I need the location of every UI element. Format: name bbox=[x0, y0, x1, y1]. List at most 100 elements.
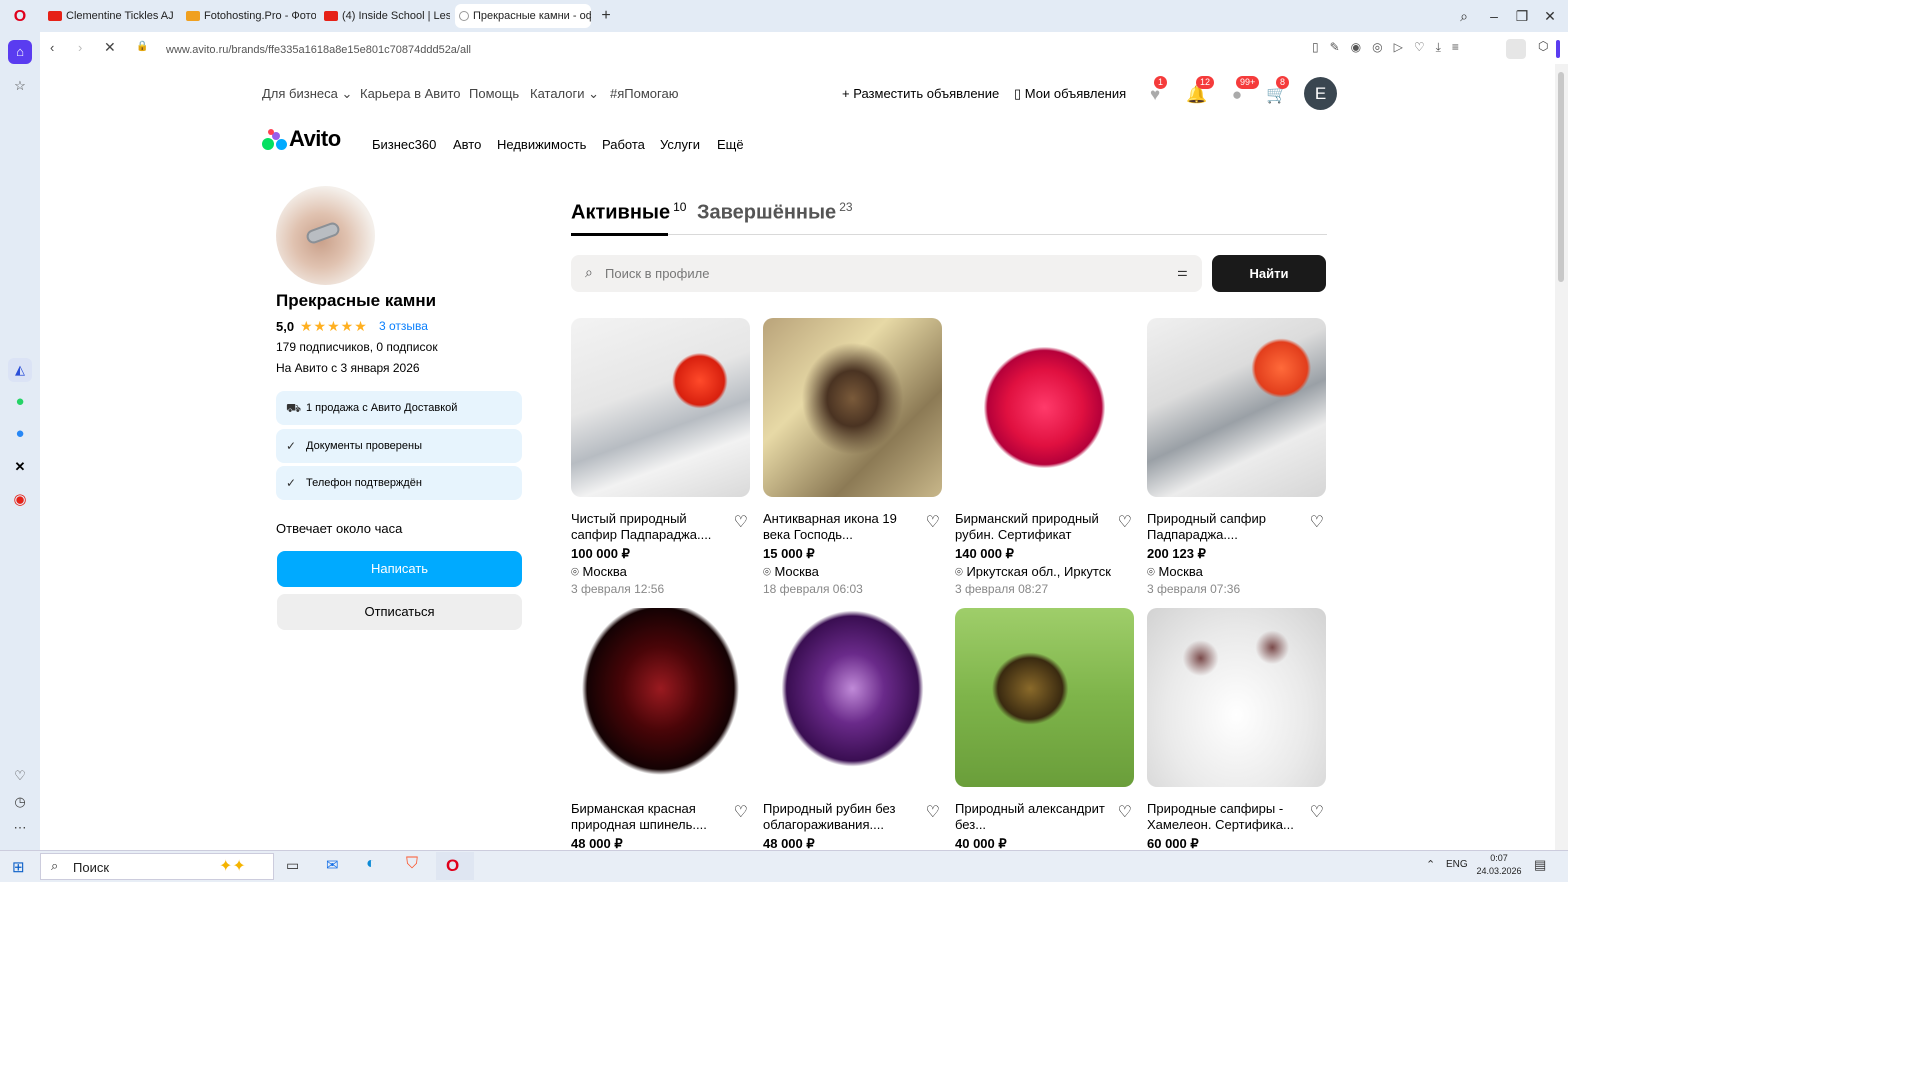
post-ad-link[interactable]: + Разместить объявление bbox=[842, 86, 999, 101]
profile-icon[interactable] bbox=[1506, 39, 1526, 59]
nav-more[interactable]: Ещё bbox=[717, 137, 744, 152]
reviews-link[interactable]: 3 отзыва bbox=[379, 319, 428, 333]
close-icon[interactable]: ✕ bbox=[1540, 6, 1560, 26]
tab-4-active[interactable]: Прекрасные камни - оф bbox=[455, 4, 591, 28]
listing-title[interactable]: Антикварная икона 19 века Господь... bbox=[763, 511, 913, 543]
notification-center-icon[interactable]: ▤ bbox=[1534, 857, 1546, 873]
profile-search-input[interactable]: ⌕ Поиск в профиле ⚌ bbox=[571, 255, 1202, 292]
sidebar-toggle-icon[interactable] bbox=[1556, 40, 1560, 58]
tab-active[interactable]: Активные 10 bbox=[571, 200, 686, 225]
whatsapp-icon[interactable]: ● bbox=[8, 390, 32, 414]
favorite-heart-icon[interactable]: ♡ bbox=[1310, 802, 1324, 822]
cart-icon[interactable]: 🛒 8 bbox=[1266, 76, 1290, 106]
link-business[interactable]: Для бизнеса ⌄ bbox=[262, 86, 352, 102]
listing-card[interactable]: Бирманский природный рубин. Сертификат ♡ 1… bbox=[955, 318, 1134, 596]
listing-title[interactable]: Природный сапфир Падпараджа.... bbox=[1147, 511, 1297, 543]
lock-icon[interactable]: 🔒 bbox=[136, 41, 148, 52]
listing-image[interactable] bbox=[763, 608, 942, 787]
listing-image[interactable] bbox=[571, 318, 750, 497]
nav-auto[interactable]: Авто bbox=[453, 137, 481, 152]
new-tab-button[interactable]: + bbox=[596, 6, 616, 26]
forward-icon[interactable]: › bbox=[78, 40, 82, 55]
listing-image[interactable] bbox=[1147, 318, 1326, 497]
task-view-icon[interactable]: ▭ bbox=[286, 857, 299, 874]
tab-done[interactable]: Завершённые 23 bbox=[697, 200, 853, 225]
listing-card[interactable]: Антикварная икона 19 века Господь... ♡ 15 … bbox=[763, 318, 942, 596]
toolbar-icons[interactable]: ▯✎◉◎▷♡⤓≡ bbox=[1312, 40, 1470, 55]
tab-3[interactable]: (4) Inside School | Les bbox=[320, 4, 450, 28]
listing-image[interactable] bbox=[763, 318, 942, 497]
heart-icon[interactable]: ♡ bbox=[8, 764, 32, 788]
outlook-icon[interactable]: ✉ bbox=[326, 856, 339, 874]
favorite-heart-icon[interactable]: ♡ bbox=[1118, 512, 1132, 532]
tray-chevron-icon[interactable]: ⌃ bbox=[1426, 858, 1435, 871]
messages-icon[interactable]: ● 99+ bbox=[1226, 76, 1260, 106]
listing-title[interactable]: Бирманский природный рубин. Сертификат bbox=[955, 511, 1105, 543]
find-button[interactable]: Найти bbox=[1212, 255, 1326, 292]
favorite-heart-icon[interactable]: ♡ bbox=[734, 512, 748, 532]
listing-card[interactable]: Чистый природный сапфир Падпараджа.... ♡ 1… bbox=[571, 318, 750, 596]
windows-start-icon[interactable]: ⊞ bbox=[12, 858, 25, 876]
back-icon[interactable]: ‹ bbox=[50, 40, 54, 55]
profile-avatar[interactable] bbox=[276, 186, 375, 285]
search-tabs-icon[interactable]: ⌕ bbox=[1454, 6, 1474, 26]
favorites-icon[interactable]: ♥ 1 bbox=[1144, 76, 1168, 106]
favorite-heart-icon[interactable]: ♡ bbox=[1310, 512, 1324, 532]
link-catalogs[interactable]: Каталоги ⌄ bbox=[530, 86, 599, 102]
opera-taskbar-button[interactable]: O bbox=[436, 852, 474, 880]
avito-logo[interactable]: Avito bbox=[289, 126, 341, 152]
listing-card[interactable]: Природный рубин без облагораживания.... ♡… bbox=[763, 608, 942, 852]
listing-image[interactable] bbox=[571, 608, 750, 787]
favorite-heart-icon[interactable]: ♡ bbox=[1118, 802, 1132, 822]
listing-card[interactable]: Природные сапфиры - Хамелеон. Сертифика.… bbox=[1147, 608, 1326, 852]
edge-icon[interactable]: ◐ bbox=[366, 855, 376, 873]
restore-icon[interactable]: ❐ bbox=[1512, 6, 1532, 26]
nav-jobs[interactable]: Работа bbox=[602, 137, 645, 152]
unsubscribe-button[interactable]: Отписаться bbox=[277, 594, 522, 630]
favorite-heart-icon[interactable]: ♡ bbox=[926, 802, 940, 822]
link-help[interactable]: Помощь bbox=[469, 86, 519, 101]
music-icon[interactable]: ◉ bbox=[8, 488, 32, 512]
tab-2[interactable]: Fotohosting.Pro - Фотохо bbox=[182, 4, 316, 28]
nav-business360[interactable]: Бизнес360 bbox=[372, 137, 436, 152]
favorite-heart-icon[interactable]: ♡ bbox=[734, 802, 748, 822]
url-input[interactable]: www.avito.ru/brands/ffe335a1618a8e15e801… bbox=[166, 39, 1346, 61]
brave-icon[interactable]: ⛉ bbox=[406, 855, 418, 873]
more-icon[interactable]: ⋯ bbox=[8, 816, 32, 840]
avatar[interactable]: E bbox=[1304, 77, 1337, 110]
link-ya-pomogayu[interactable]: #яПомогаю bbox=[610, 86, 678, 101]
listing-card[interactable]: Бирманская красная природная шпинель....… bbox=[571, 608, 750, 852]
extensions-icon[interactable]: ⬡ bbox=[1538, 39, 1548, 53]
link-career[interactable]: Карьера в Авито bbox=[360, 86, 461, 101]
favorite-heart-icon[interactable]: ♡ bbox=[926, 512, 940, 532]
my-ads-link[interactable]: ▯ Мои объявления bbox=[1014, 86, 1126, 102]
listing-title[interactable]: Природные сапфиры - Хамелеон. Сертифика.… bbox=[1147, 801, 1297, 833]
stop-icon[interactable]: ✕ bbox=[104, 39, 116, 56]
opera-logo[interactable]: O bbox=[10, 7, 30, 27]
listing-title[interactable]: Чистый природный сапфир Падпараджа.... bbox=[571, 511, 721, 543]
home-icon[interactable]: ⌂ bbox=[8, 40, 32, 64]
nav-realty[interactable]: Недвижимость bbox=[497, 137, 586, 152]
clock[interactable]: 0:07 24.03.2026 bbox=[1474, 852, 1524, 878]
history-icon[interactable]: ◷ bbox=[8, 790, 32, 814]
listing-card[interactable]: Природный сапфир Падпараджа.... ♡ 200 123 … bbox=[1147, 318, 1326, 596]
listing-image[interactable] bbox=[1147, 608, 1326, 787]
scrollbar-thumb[interactable] bbox=[1558, 72, 1564, 282]
notifications-icon[interactable]: 🔔 12 bbox=[1186, 76, 1215, 106]
listing-image[interactable] bbox=[955, 608, 1134, 787]
star-icon[interactable]: ☆ bbox=[8, 74, 32, 98]
language-indicator[interactable]: ENG bbox=[1446, 859, 1468, 870]
listing-image[interactable] bbox=[955, 318, 1134, 497]
vk-icon[interactable]: ● bbox=[8, 422, 32, 446]
tab-1[interactable]: Clementine Tickles AJ - Bc bbox=[44, 4, 176, 28]
x-icon[interactable]: ✕ bbox=[8, 455, 32, 479]
listing-title[interactable]: Бирманская красная природная шпинель.... bbox=[571, 801, 721, 833]
listing-card[interactable]: Природный александрит без... ♡ 40 000 ₽ bbox=[955, 608, 1134, 852]
nav-services[interactable]: Услуги bbox=[660, 137, 700, 152]
minimize-icon[interactable]: – bbox=[1484, 6, 1504, 26]
write-button[interactable]: Написать bbox=[277, 551, 522, 587]
taskbar-search[interactable]: ⌕ Поиск ✦✦ bbox=[40, 853, 274, 880]
listing-title[interactable]: Природный рубин без облагораживания.... bbox=[763, 801, 913, 833]
aria-icon[interactable]: ◭ bbox=[8, 358, 32, 382]
listing-title[interactable]: Природный александрит без... bbox=[955, 801, 1105, 833]
